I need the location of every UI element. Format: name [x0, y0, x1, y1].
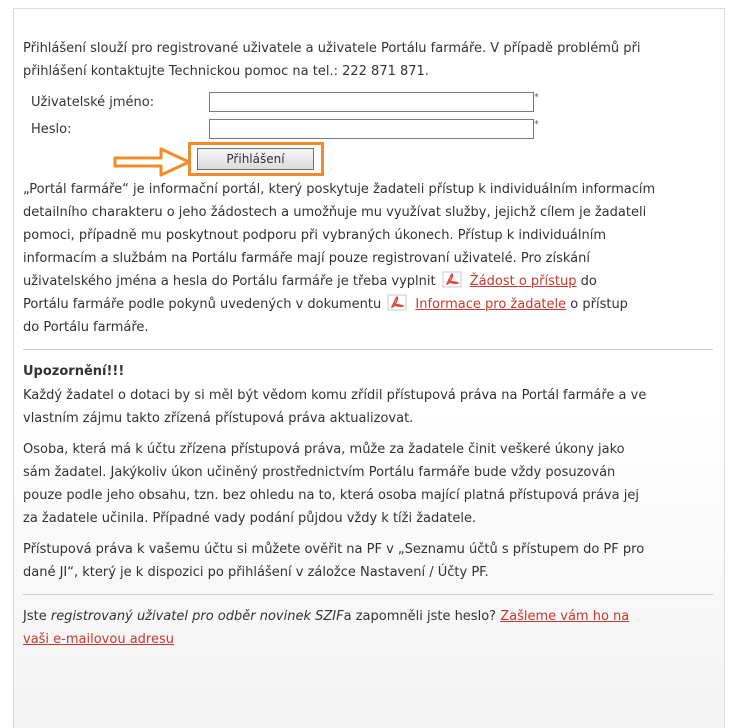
username-required-mark: * — [534, 92, 539, 103]
username-label: Uživatelské jméno: — [31, 95, 155, 110]
newsletter-user-text: registrovaný uživatel pro odběr novinek … — [50, 609, 344, 624]
login-button[interactable]: Přihlášení — [197, 148, 314, 170]
password-label: Heslo: — [31, 122, 72, 137]
forgot-prefix: Jste — [23, 609, 47, 624]
warning-line: vlastním zájmu takto zřízená přístupová … — [23, 411, 414, 426]
warning-paragraph-1: Každý žadatel o dotaci by si měl být věd… — [23, 384, 713, 430]
send-password-link-continued[interactable]: vaši e-mailovou adresu — [23, 632, 174, 647]
warning-paragraph-3: Přístupová práva k vašemu účtu si můžete… — [23, 538, 713, 584]
send-password-link[interactable]: Zašleme vám ho na — [500, 609, 629, 624]
login-button-area: Přihlášení — [23, 142, 713, 177]
arrow-right-icon — [113, 147, 191, 177]
section-divider — [23, 594, 713, 595]
password-input[interactable] — [209, 119, 534, 139]
password-row: Heslo: * — [23, 119, 713, 144]
description-line: uživatelského jména a hesla do Portálu f… — [23, 274, 436, 289]
informace-pro-zadatele-link[interactable]: Informace pro žadatele — [415, 297, 566, 312]
portal-description: „Portál farmáře“ je informační portál, k… — [23, 178, 713, 339]
description-line: „Portál farmáře“ je informační portál, k… — [23, 182, 656, 197]
forgot-password-text: Jste registrovaný uživatel pro odběr nov… — [23, 605, 713, 651]
pdf-document-icon — [442, 271, 462, 288]
description-line: informacím a službám na Portálu farmáře … — [23, 251, 590, 266]
description-line: do — [580, 274, 597, 289]
warning-line: sám žadatel. Jakýkoliv úkon učiněný pros… — [23, 465, 616, 480]
warning-line: Každý žadatel o dotaci by si měl být věd… — [23, 388, 647, 403]
warning-title: Upozornění!!! — [23, 364, 125, 379]
warning-line: dané JI“, který je k dispozici po přihlá… — [23, 565, 489, 580]
section-divider — [23, 349, 713, 350]
forgot-middle: a zapomněli jste heslo? — [343, 609, 497, 624]
username-input[interactable] — [209, 92, 534, 112]
description-line: Portálu farmáře podle pokynů uvedených v… — [23, 297, 382, 312]
zadost-o-pristup-link[interactable]: Žádost o přístup — [470, 274, 577, 289]
description-line: pomoci, případně mu poskytnout podporu p… — [23, 228, 607, 243]
username-row: Uživatelské jméno: * — [23, 92, 713, 117]
intro-line-2: přihlášení kontaktujte Technickou pomoc … — [23, 64, 429, 79]
warning-paragraph-2: Osoba, která má k účtu zřízena přístupov… — [23, 438, 713, 530]
description-line: do Portálu farmáře. — [23, 320, 149, 335]
warning-line: Přístupová práva k vašemu účtu si můžete… — [23, 542, 645, 557]
warning-line: za žadatele učinila. Případné vady podán… — [23, 511, 477, 526]
description-line: o přístup — [570, 297, 628, 312]
warning-line: Osoba, která má k účtu zřízena přístupov… — [23, 442, 625, 457]
warning-line: pouze podle jeho obsahu, tzn. bez ohledu… — [23, 488, 639, 503]
description-line: detailního charakteru o jeho žádostech a… — [23, 205, 647, 220]
intro-text: Přihlášení slouží pro registrované uživa… — [23, 37, 703, 83]
password-required-mark: * — [534, 119, 539, 130]
pdf-document-icon — [387, 294, 407, 311]
intro-line-1: Přihlášení slouží pro registrované uživa… — [23, 41, 641, 56]
login-content: Přihlášení slouží pro registrované uživa… — [23, 37, 713, 651]
